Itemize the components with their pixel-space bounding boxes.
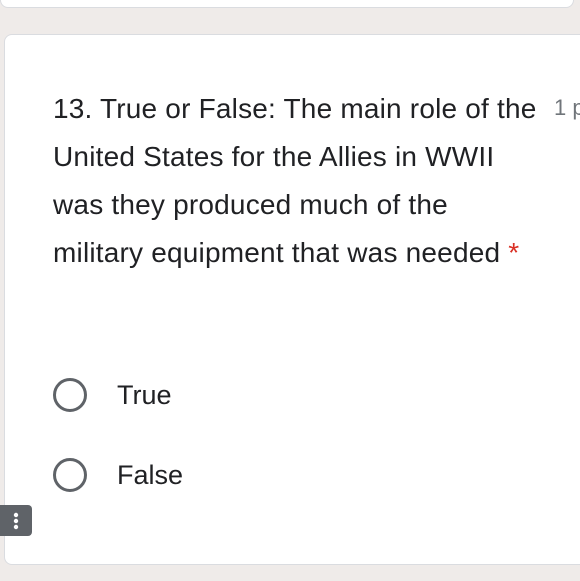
points-label: 1 p (554, 95, 580, 120)
option-label-false: False (117, 460, 184, 490)
required-asterisk: * (508, 237, 520, 268)
radio-option-false[interactable]: False (53, 455, 183, 495)
radio-unchecked-icon[interactable] (53, 458, 87, 492)
question-text: 13. True or False: The main role of the … (53, 93, 537, 268)
option-label-true: True (117, 380, 172, 410)
question-title: 13. True or False: The main role of the … (53, 85, 539, 277)
radio-option-true[interactable]: True (53, 375, 172, 415)
question-card: 13. True or False: The main role of the … (4, 34, 580, 565)
radio-unchecked-icon[interactable] (53, 378, 87, 412)
more-vert-icon[interactable] (0, 505, 32, 536)
previous-question-card (0, 0, 574, 8)
